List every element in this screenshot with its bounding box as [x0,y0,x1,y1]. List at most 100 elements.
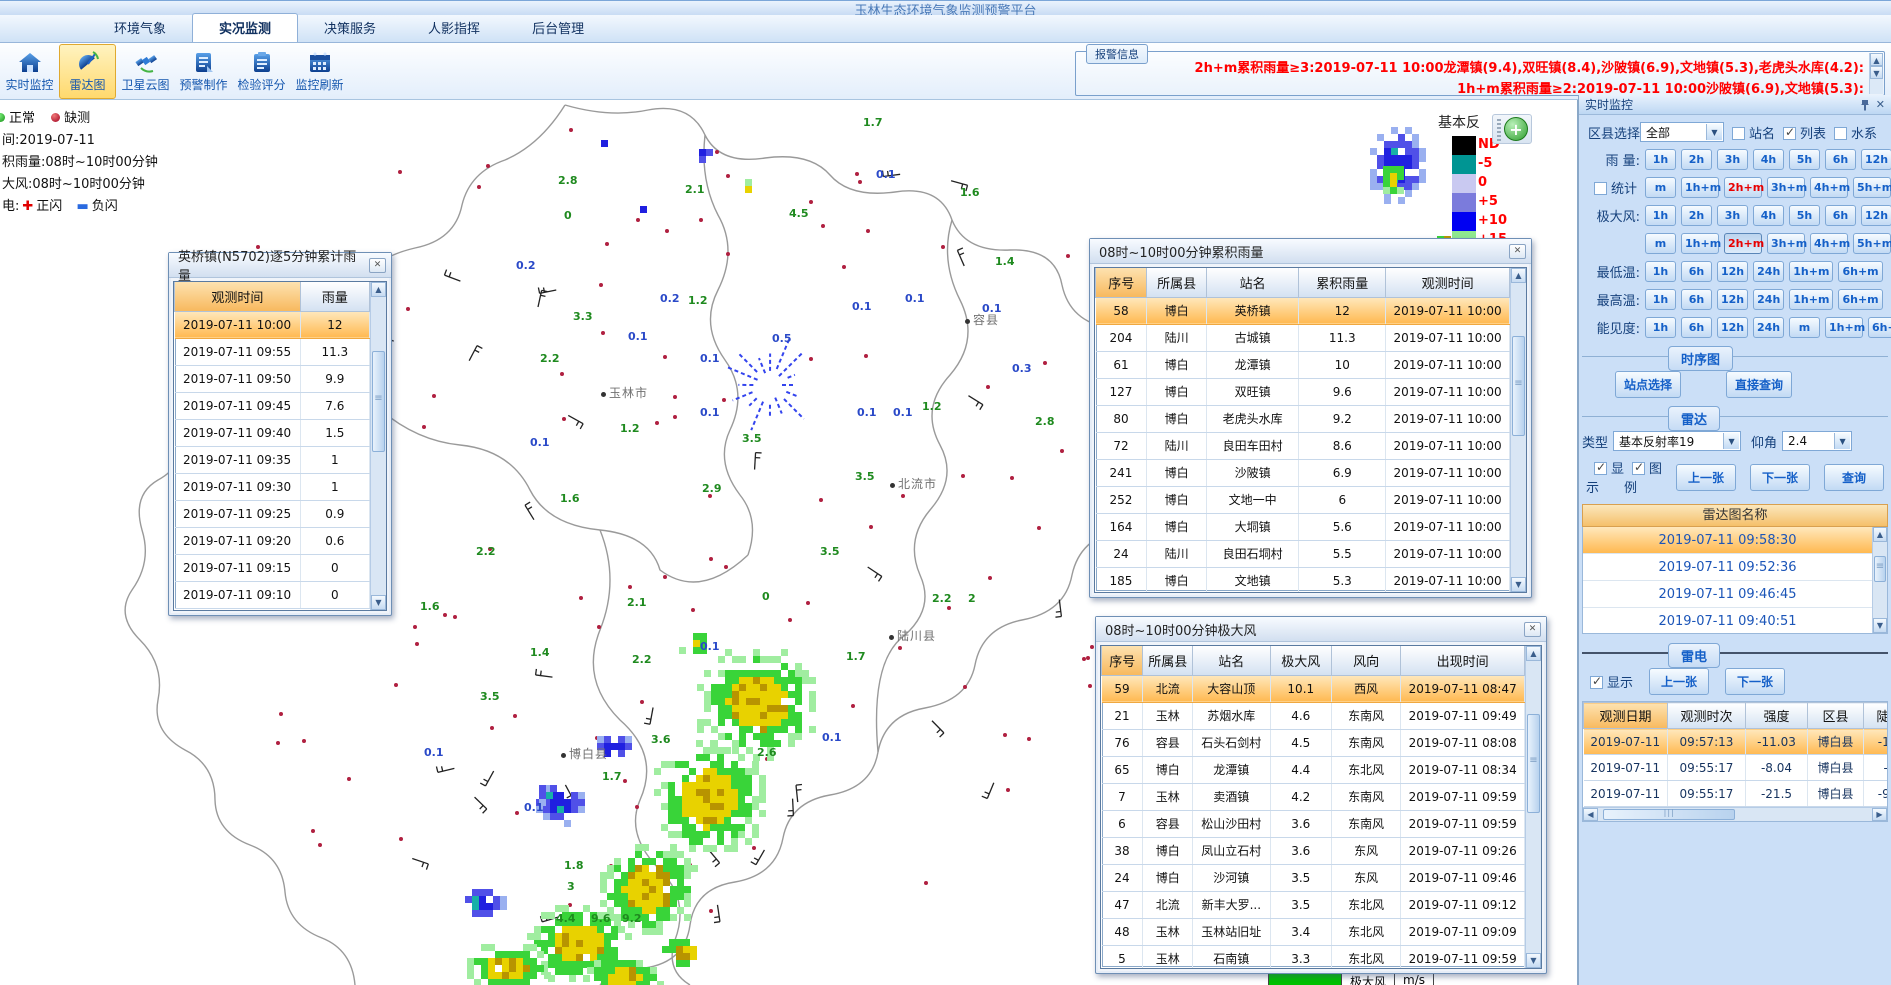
close-icon[interactable]: ✕ [369,258,386,273]
table-row[interactable]: 2019-07-11 10:0012 [175,311,370,338]
period-button-1h+m[interactable]: 1h+m [1681,177,1719,198]
close-icon[interactable]: ✕ [1509,244,1526,259]
scroll-thumb[interactable] [1527,714,1540,813]
period-button-2h[interactable]: 2h [1681,149,1712,170]
column-header[interactable]: 观测时间 [1386,268,1510,297]
table-row[interactable]: 2019-07-11 09:301 [175,473,370,500]
menu-tab-3[interactable]: 决策服务 [298,14,402,42]
weather-map[interactable]: 1.72.82.10.11.604.50.23.30.21.22.20.10.1… [0,100,1578,985]
period-button-1h[interactable]: 1h [1645,261,1676,282]
lightning-nav-button[interactable]: 下一张 [1725,668,1785,695]
lightning-nav-button[interactable]: 上一张 [1649,668,1709,695]
table-row[interactable]: 59北流大容山顶10.1西风2019-07-11 08:47 [1102,675,1525,702]
column-header[interactable]: 序号 [1102,646,1143,675]
table-row[interactable]: 6容县松山沙田村3.6东南风2019-07-11 09:59 [1102,810,1525,837]
table-row[interactable]: 2019-07-11 09:200.6 [175,527,370,554]
scroll-up-icon[interactable]: ▲ [1870,53,1883,66]
table-row[interactable]: 72陆川良田车田村8.62019-07-11 10:00 [1096,432,1510,459]
period-button-12h[interactable]: 12h [1861,149,1891,170]
column-header[interactable]: 站名 [1192,646,1270,675]
legend-zoom-button[interactable]: + [1492,114,1532,144]
radar-list-item[interactable]: 2019-07-11 09:46:45 [1583,581,1872,608]
pin-icon[interactable] [1860,99,1870,111]
table-row[interactable]: 61博白龙潭镇102019-07-11 10:00 [1096,351,1510,378]
period-button-1h+m[interactable]: 1h+m [1789,261,1833,282]
table-row[interactable]: 24博白沙河镇3.5东风2019-07-11 09:46 [1102,864,1525,891]
table-row[interactable]: 58博白英桥镇122019-07-11 10:00 [1096,297,1510,324]
table-row[interactable]: 2019-07-11 09:100 [175,581,370,608]
radar-显示-checkbox[interactable] [1594,462,1607,475]
district-select[interactable]: 全部▼ [1640,122,1724,142]
period-button-2h+m[interactable]: 2h+m [1724,177,1762,198]
close-icon[interactable]: ✕ [1876,98,1885,111]
zoom-plus-icon[interactable]: + [1504,117,1528,141]
radar-elevation-select[interactable]: 2.4▼ [1782,431,1852,451]
menu-tab-4[interactable]: 人影指挥 [402,14,506,42]
scroll-thumb[interactable] [372,351,385,452]
menu-tab-5[interactable]: 后台管理 [506,14,610,42]
period-button-4h+m[interactable]: 4h+m [1810,177,1848,198]
district-水系-checkbox[interactable] [1834,127,1847,140]
period-button-6h+m[interactable]: 6h+m [1868,317,1891,338]
table-row[interactable]: 80博白老虎头水库9.22019-07-11 10:00 [1096,405,1510,432]
scroll-down-icon[interactable]: ▼ [1511,577,1526,592]
scroll-down-icon[interactable]: ▼ [1870,66,1883,79]
scrollbar[interactable]: ▲ ▼ [1510,268,1526,592]
toolbar-button-home[interactable]: 实时监控 [1,44,58,99]
table-row[interactable]: 2019-07-11 09:401.5 [175,419,370,446]
period-button-24h[interactable]: 24h [1753,289,1784,310]
table-row[interactable]: 2019-07-11 09:351 [175,446,370,473]
table-row[interactable]: 21玉林苏烟水库4.6东南风2019-07-11 09:49 [1102,702,1525,729]
column-header[interactable]: 区县 [1808,703,1864,729]
radar-list-item[interactable]: 2019-07-11 09:58:30 [1583,527,1872,554]
column-header[interactable]: 风向 [1331,646,1400,675]
radar-nav-button[interactable]: 下一张 [1750,464,1810,491]
period-button-4h+m[interactable]: 4h+m [1810,233,1848,254]
scrollbar[interactable]: ▲ ▼ [1872,527,1887,633]
scrollbar[interactable]: ▲ ▼ [1525,646,1541,968]
period-button-1h+m[interactable]: 1h+m [1825,317,1863,338]
column-header[interactable]: 雨量 [300,282,369,311]
period-button-24h[interactable]: 24h [1753,317,1784,338]
toolbar-button-clipboard[interactable]: 检验评分 [233,44,290,99]
toolbar-button-warning-doc[interactable]: 预警制作 [175,44,232,99]
district-站名-checkbox[interactable] [1732,127,1745,140]
column-header[interactable]: 出现时间 [1401,646,1525,675]
table-row[interactable]: 164博白大垌镇5.62019-07-11 10:00 [1096,513,1510,540]
section-tab-lightning[interactable]: 雷电 [1668,643,1720,668]
scroll-up-icon[interactable]: ▲ [1526,646,1541,661]
scroll-thumb[interactable] [1603,809,1735,820]
radar-list-item[interactable]: 2019-07-11 09:40:51 [1583,608,1872,634]
period-button-1h[interactable]: 1h [1645,289,1676,310]
stat-checkbox[interactable] [1594,182,1607,195]
period-button-6h[interactable]: 6h [1825,149,1856,170]
table-row[interactable]: 204陆川古城镇11.32019-07-11 10:00 [1096,324,1510,351]
scroll-right-icon[interactable]: ▶ [1872,808,1887,821]
timeseries-button[interactable]: 站点选择 [1615,371,1681,398]
section-tab-radar[interactable]: 雷达 [1668,406,1720,431]
lightning-显示-checkbox[interactable] [1590,676,1603,689]
table-row[interactable]: 252博白文地一中62019-07-11 10:00 [1096,486,1510,513]
period-button-5h+m[interactable]: 5h+m [1853,177,1891,198]
alarm-scrollbar[interactable]: ▲ ▼ [1869,53,1883,94]
close-icon[interactable]: ✕ [1524,622,1541,637]
table-row[interactable]: 48玉林玉林站旧址3.4东北风2019-07-11 09:09 [1102,918,1525,945]
table-row[interactable]: 38博白凤山立石村3.6东风2019-07-11 09:26 [1102,837,1525,864]
table-row[interactable]: 5玉林石南镇3.3东北风2019-07-11 09:59 [1102,945,1525,969]
period-button-3h+m[interactable]: 3h+m [1767,233,1805,254]
table-row[interactable]: 2019-07-11 09:509.9 [175,365,370,392]
table-row[interactable]: 185博白文地镇5.32019-07-11 10:00 [1096,567,1510,593]
period-button-1h[interactable]: 1h [1645,205,1676,226]
table-row[interactable]: 7玉林卖酒镇4.2东南风2019-07-11 09:59 [1102,783,1525,810]
table-row[interactable]: 76容县石头石剑村4.5东南风2019-07-11 08:08 [1102,729,1525,756]
column-header[interactable]: 序号 [1096,268,1147,297]
period-button-5h+m[interactable]: 5h+m [1853,233,1891,254]
scrollbar[interactable]: ▲ ▼ [370,282,386,610]
period-button-6h+m[interactable]: 6h+m [1838,261,1882,282]
period-button-1h+m[interactable]: 1h+m [1789,289,1833,310]
period-button-24h[interactable]: 24h [1753,261,1784,282]
period-button-m[interactable]: m [1645,177,1676,198]
period-button-m[interactable]: m [1645,233,1676,254]
period-button-4h[interactable]: 4h [1753,149,1784,170]
menu-tab-2[interactable]: 实况监测 [192,13,298,42]
